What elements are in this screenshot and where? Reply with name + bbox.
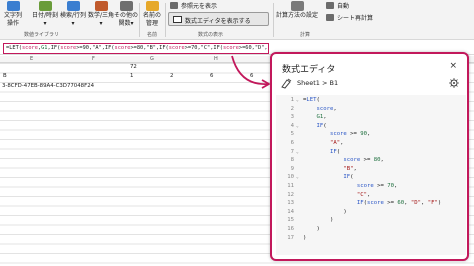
fold-chevron-icon[interactable]: ⌄ [296, 123, 299, 131]
line-number: 6 [290, 140, 294, 146]
pane-toolbar: Sheet1 > B1 [281, 78, 461, 90]
code-line[interactable]: ) [303, 209, 346, 217]
line-number: 4 [290, 122, 294, 129]
code-line[interactable]: score >= 90, [303, 131, 370, 139]
line-number: 11 [287, 183, 294, 189]
code-line[interactable]: IF( [303, 123, 326, 131]
code-line[interactable]: ) [303, 217, 333, 225]
code-line[interactable]: "A", [303, 140, 343, 148]
fold-chevron-icon[interactable]: ⌄ [296, 174, 299, 182]
code-line[interactable]: score >= 70, [303, 183, 397, 191]
code-editor[interactable]: 1 ⌄ =LET(2 score, 3 G1, 4 ⌄ IF(5 score >= 90,… [276, 95, 466, 255]
line-number: 9 [290, 165, 294, 172]
formula-editor-pane: 数式エディタ × Sheet1 > B1 1 ⌄ =LET(2 score, 3 G1… [270, 52, 469, 261]
line-number: 2 [290, 105, 294, 112]
code-line[interactable]: ) [303, 226, 319, 234]
code-line[interactable]: G1, [303, 114, 326, 122]
line-number: 12 [287, 191, 294, 198]
format-brush-icon[interactable] [281, 78, 293, 89]
line-number: 3 [290, 114, 294, 121]
line-number: 13 [287, 200, 294, 207]
line-number: 15 [287, 217, 294, 224]
fold-chevron-icon[interactable]: ⌄ [296, 97, 299, 105]
code-line[interactable]: ) [303, 235, 306, 243]
code-line[interactable]: IF( [303, 149, 340, 157]
code-line[interactable]: score, [303, 106, 336, 114]
code-line[interactable]: IF(score >= 60, "D", "F") [303, 200, 441, 208]
cell-path: Sheet1 > B1 [297, 79, 339, 87]
code-line[interactable]: "C", [303, 192, 370, 200]
close-icon[interactable]: × [449, 61, 457, 71]
line-number: 14 [287, 208, 294, 215]
line-number: 17 [287, 234, 294, 241]
code-line[interactable]: score >= 80, [303, 157, 383, 165]
line-number: 8 [290, 157, 294, 164]
line-number: 16 [287, 226, 294, 232]
line-number: 1 [290, 97, 294, 103]
line-number: 10 [287, 174, 294, 181]
code-line[interactable]: "B", [303, 166, 356, 174]
code-line[interactable]: IF( [303, 174, 353, 182]
gear-icon[interactable] [449, 78, 459, 88]
fold-chevron-icon[interactable]: ⌄ [296, 149, 299, 157]
pane-title: 数式エディタ [282, 65, 336, 75]
line-number: 7 [290, 148, 294, 155]
code-line[interactable]: =LET( [303, 97, 320, 105]
line-number: 5 [290, 131, 294, 138]
